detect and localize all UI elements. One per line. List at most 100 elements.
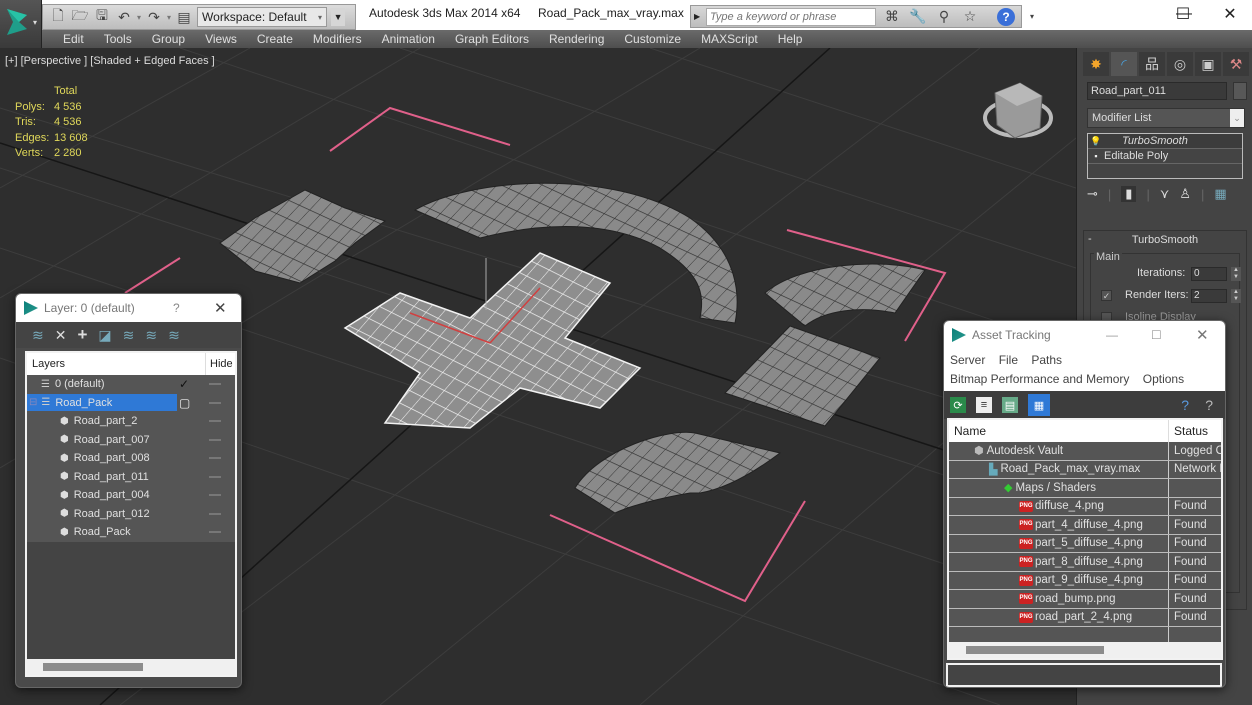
app-menu-button[interactable]: ▾ [0, 0, 42, 48]
menu-file[interactable]: File [999, 353, 1018, 367]
pin-stack-icon[interactable]: ⊸ [1087, 186, 1098, 202]
layer-row[interactable]: ⬢ Road_part_2 [27, 412, 235, 431]
menu-edit[interactable]: Edit [53, 32, 94, 46]
hide-toggle[interactable] [209, 531, 221, 533]
layer-row[interactable]: ⬢ Road_part_012 [27, 504, 235, 523]
help-icon[interactable]: ? [997, 8, 1015, 26]
layer-row[interactable]: ⬢ Road_part_007 [27, 430, 235, 449]
set-current-layer-toggle[interactable]: ▢ [179, 396, 190, 410]
layer-row[interactable]: ⬢ Road_Pack [27, 523, 235, 542]
asset-row[interactable]: PNG part_9_diffuse_4.png Found [949, 571, 1221, 590]
minimize-button[interactable]: — [1106, 328, 1118, 342]
maximize-button[interactable]: ☐ [1163, 4, 1203, 24]
road-part-quarter-arc[interactable] [764, 263, 926, 327]
layer-properties-icon[interactable]: ≋ [168, 327, 180, 344]
hierarchy-tab[interactable]: 品 [1139, 52, 1165, 76]
scrollbar-thumb[interactable] [43, 663, 143, 671]
hide-toggle[interactable] [209, 420, 221, 422]
undo-icon[interactable]: ↶ [115, 8, 133, 26]
open-file-icon[interactable]: 🗁 [71, 7, 89, 26]
layer-name-cell[interactable]: ☰ 0 (default) [27, 376, 177, 393]
hide-toggle[interactable] [209, 475, 221, 478]
stack-item-turbosmooth[interactable]: 💡 TurboSmooth [1088, 134, 1242, 149]
configure-modifier-sets-icon[interactable]: ▦ [1214, 186, 1226, 202]
layer-name-cell[interactable]: ⬢ Road_part_004 [27, 487, 177, 504]
asset-row[interactable]: PNG road_bump.png Found [949, 590, 1221, 609]
stack-item-editable-poly[interactable]: ▪ Editable Poly [1088, 149, 1242, 164]
collapse-icon[interactable]: ⊟ [29, 397, 37, 408]
menu-maxscript[interactable]: MAXScript [691, 32, 768, 46]
help-button[interactable]: ? [173, 301, 180, 315]
menu-options[interactable]: Options [1143, 372, 1184, 386]
table-view-icon[interactable]: ▦ [1028, 394, 1050, 416]
help-dropdown-icon[interactable]: ▾ [1023, 7, 1041, 25]
list-view-icon[interactable]: ≡ [976, 397, 992, 413]
star-icon[interactable]: ☆ [961, 7, 979, 25]
menu-rendering[interactable]: Rendering [539, 32, 614, 46]
layer-row[interactable]: ⬢ Road_part_008 [27, 449, 235, 468]
layer-name-cell[interactable]: ⬢ Road_part_007 [27, 431, 177, 448]
maximize-button[interactable]: ☐ [1151, 328, 1162, 342]
select-objects-icon[interactable]: ◪ [98, 327, 111, 344]
layer-row[interactable]: ⊟ ☰ Road_Pack ▢ [27, 393, 235, 412]
viewcube[interactable] [983, 82, 1053, 139]
select-layer-icon[interactable]: ≋ [123, 327, 135, 344]
hide-toggle[interactable] [209, 457, 221, 459]
menu-paths[interactable]: Paths [1031, 353, 1062, 367]
current-layer-check-icon[interactable]: ✓ [179, 377, 189, 391]
asset-row[interactable]: ▙Road_Pack_max_vray.max Network F [949, 460, 1221, 479]
object-name-field[interactable] [1087, 82, 1227, 100]
rollout-title[interactable]: - TurboSmooth [1084, 231, 1246, 246]
layer-dialog-titlebar[interactable]: Layer: 0 (default) ? ✕ [16, 294, 241, 322]
binoculars-icon[interactable]: ⌘ [883, 7, 901, 25]
refresh-icon[interactable]: ⟳ [950, 397, 966, 413]
search-input[interactable] [706, 8, 876, 26]
hide-toggle[interactable] [209, 383, 221, 385]
hide-toggle[interactable] [209, 401, 221, 404]
hide-toggle[interactable] [209, 512, 221, 515]
make-unique-icon[interactable]: ⋎ [1160, 186, 1170, 202]
menu-server[interactable]: Server [950, 353, 985, 367]
menu-group[interactable]: Group [142, 32, 195, 46]
menu-bitmap-performance[interactable]: Bitmap Performance and Memory [950, 372, 1129, 386]
save-icon[interactable]: 🖫 [93, 7, 111, 26]
render-iters-spinner[interactable]: ▲ ▼ [1231, 289, 1241, 303]
collapse-icon[interactable]: - [1088, 233, 1092, 245]
asset-path-field[interactable] [946, 663, 1222, 687]
close-button[interactable]: ✕ [214, 299, 227, 317]
help-icon[interactable]: ? [1181, 397, 1189, 413]
remove-modifier-icon[interactable]: ♙ [1179, 186, 1191, 202]
menu-help[interactable]: Help [768, 32, 813, 46]
object-color-swatch[interactable] [1233, 82, 1247, 100]
workspace-select[interactable]: Workspace: Default ▾ [197, 7, 328, 27]
layer-name-cell[interactable]: ⬢ Road_part_012 [27, 505, 177, 522]
add-to-layer-icon[interactable]: + [77, 325, 87, 345]
new-layer-icon[interactable]: ≋ [32, 327, 44, 344]
asset-row[interactable]: PNG road_part_2_4.png Found [949, 608, 1221, 627]
utilities-tab[interactable]: ⚒ [1223, 52, 1249, 76]
show-end-result-icon[interactable]: ▮ [1121, 186, 1137, 202]
menu-views[interactable]: Views [195, 32, 247, 46]
asset-row[interactable]: PNG diffuse_4.png Found [949, 497, 1221, 516]
delete-layer-icon[interactable]: ✕ [55, 327, 67, 344]
iterations-input[interactable]: 0 [1191, 267, 1227, 281]
wrench-icon[interactable]: 🔧 [909, 7, 927, 25]
scrollbar-thumb[interactable] [966, 646, 1104, 654]
create-tab[interactable]: ✸ [1083, 52, 1109, 76]
road-part-cross-selected[interactable] [343, 252, 642, 429]
close-button[interactable]: ✕ [1196, 326, 1209, 344]
plus-box-icon[interactable]: ▪ [1088, 151, 1104, 161]
column-layers[interactable]: Layers [27, 358, 177, 370]
satellite-icon[interactable]: ⚲ [935, 7, 953, 25]
menu-create[interactable]: Create [247, 32, 303, 46]
project-folder-icon[interactable]: ▤ [175, 8, 193, 26]
layer-name-cell[interactable]: ⬢ Road_part_008 [27, 450, 177, 467]
thumbnail-view-icon[interactable]: ▤ [1002, 397, 1018, 413]
close-button[interactable]: ✕ [1210, 4, 1250, 24]
menu-tools[interactable]: Tools [94, 32, 142, 46]
asset-dialog-titlebar[interactable]: Asset Tracking — ☐ ✕ [944, 321, 1225, 349]
hide-toggle[interactable] [209, 494, 221, 496]
layer-name-cell[interactable]: ⬢ Road_Pack [27, 524, 177, 541]
layer-name-cell[interactable]: ⬢ Road_part_2 [27, 413, 177, 430]
layer-horizontal-scrollbar[interactable] [27, 659, 235, 675]
